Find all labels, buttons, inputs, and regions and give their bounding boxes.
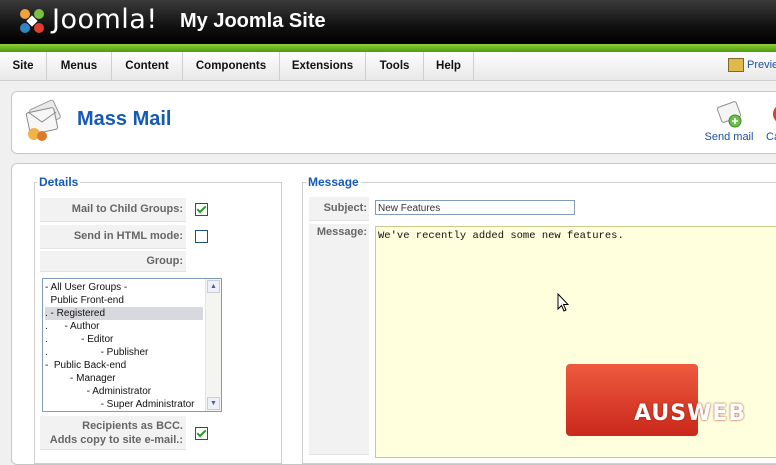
preview-icon [728,58,744,72]
recipients-bcc-label-line2: Adds copy to site e-mail.: [49,434,183,446]
menu-extensions[interactable]: Extensions [280,52,366,80]
menu-menus[interactable]: Menus [47,52,112,80]
cancel-label: Ca [766,131,776,143]
preview-label: Preview [747,58,776,71]
child-groups-checkbox[interactable] [195,203,208,216]
menu-components[interactable]: Components [183,52,280,80]
group-option[interactable]: . - Publisher [45,346,203,359]
mouse-cursor-icon [557,293,569,312]
group-option[interactable]: . - Author [45,320,203,333]
group-option[interactable]: - Manager [45,372,203,385]
scroll-down-icon[interactable]: ▼ [207,397,220,410]
group-option[interactable]: . - Editor [45,333,203,346]
joomla-logo-icon [20,9,44,33]
header-accent-strip [0,44,776,52]
send-mail-label: Send mail [704,131,754,143]
preview-link[interactable]: Preview [728,58,776,74]
mass-mail-icon [25,99,61,141]
group-listbox[interactable]: - All User Groups - Public Front-end . -… [42,278,222,412]
scroll-up-icon[interactable]: ▲ [207,280,220,293]
details-legend: Details [37,175,81,189]
ausweb-watermark-text: AUSWEB [634,401,747,426]
group-option[interactable]: - Public Back-end [45,359,203,372]
send-mail-button[interactable]: Send mail [701,100,757,148]
group-option-selected[interactable]: . - Registered [45,307,203,320]
listbox-scrollbar[interactable]: ▲ ▼ [205,279,221,411]
group-option[interactable]: - All User Groups - [45,281,203,294]
group-option[interactable]: Public Front-end [45,294,203,307]
message-text: We've recently added some new features. [378,230,624,242]
recipients-bcc-label-line1: Recipients as BCC. [82,420,183,432]
subject-label: Subject: [309,197,369,221]
menu-help[interactable]: Help [424,52,474,80]
menu-site[interactable]: Site [0,52,47,80]
group-option[interactable]: - Super Administrator [45,398,203,411]
menubar: Site Menus Content Components Extensions… [0,52,776,81]
message-legend: Message [306,175,361,189]
menu-content[interactable]: Content [112,52,183,80]
send-mail-icon [716,101,742,128]
recipients-bcc-label: Recipients as BCC. Adds copy to site e-m… [40,416,186,450]
group-label: Group: [40,251,186,272]
group-option[interactable]: - Administrator [45,385,203,398]
message-label: Message: [309,224,369,455]
joomla-logo-text: Joomla! [52,4,158,35]
child-groups-label: Mail to Child Groups: [40,198,186,222]
html-mode-checkbox[interactable] [195,230,208,243]
subject-input[interactable]: New Features [375,200,575,215]
recipients-bcc-checkbox[interactable] [195,427,208,440]
page-title: Mass Mail [77,108,172,130]
cancel-button[interactable]: Ca [765,100,776,148]
site-title[interactable]: My Joomla Site [180,10,326,33]
menu-tools[interactable]: Tools [366,52,424,80]
html-mode-label: Send in HTML mode: [40,225,186,249]
cancel-icon [773,106,776,122]
